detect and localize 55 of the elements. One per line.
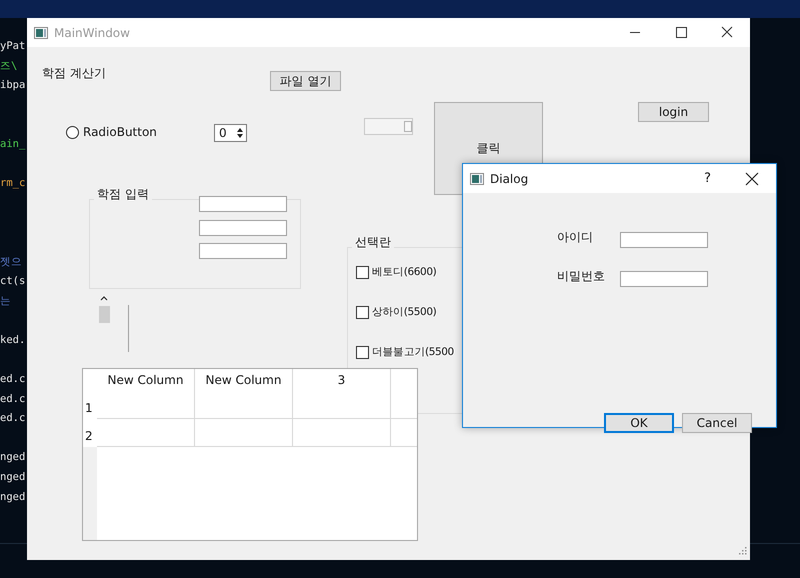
checkbox[interactable] — [356, 346, 369, 359]
field-label: 아이디 — [557, 230, 593, 244]
code-line: ct(s — [0, 274, 26, 290]
close-icon[interactable] — [745, 172, 759, 186]
spin-arrows-icon[interactable] — [235, 126, 245, 140]
code-line: nged — [0, 450, 26, 466]
column-header[interactable]: New Column — [97, 369, 195, 391]
group-title: 선택란 — [352, 235, 394, 249]
window-title: MainWindow — [54, 26, 131, 40]
app-icon — [34, 26, 48, 38]
column-header[interactable]: 3 — [293, 369, 391, 391]
code-line: nged — [0, 490, 26, 505]
input-field[interactable] — [620, 232, 708, 248]
input-field[interactable] — [199, 243, 287, 259]
code-line: rm_c — [0, 176, 26, 192]
code-line: ed.c — [0, 411, 26, 426]
column-header[interactable]: New Column — [195, 369, 293, 391]
code-line: 젯으 — [0, 254, 23, 270]
login-button[interactable]: login — [638, 102, 709, 122]
slider[interactable] — [364, 118, 413, 135]
ok-button[interactable]: OK — [604, 413, 674, 433]
cancel-button[interactable]: Cancel — [682, 413, 752, 433]
size-grip-icon[interactable] — [737, 547, 747, 557]
dialog-title: Dialog — [490, 172, 530, 186]
code-line: yPat — [0, 39, 26, 54]
slider-thumb[interactable] — [404, 121, 412, 132]
radio-button[interactable] — [66, 126, 79, 139]
heading-label: 학점 계산기 — [42, 66, 106, 80]
code-line: nged — [0, 470, 26, 486]
checkbox[interactable] — [356, 266, 369, 279]
spin-value: 0 — [219, 126, 227, 140]
field-label: 비밀번호 — [557, 269, 605, 283]
app-icon — [470, 172, 484, 184]
scroll-up-icon[interactable] — [100, 295, 108, 301]
radio-label: RadioButton — [83, 125, 157, 139]
code-line: 는 — [0, 294, 12, 309]
help-button[interactable]: ? — [704, 171, 711, 186]
input-field[interactable] — [620, 271, 708, 287]
code-line: ibpa — [0, 78, 26, 94]
input-field[interactable] — [199, 196, 287, 212]
code-line: ain_ — [0, 136, 26, 152]
open-file-button[interactable]: 파일 열기 — [270, 71, 341, 91]
group-title: 학점 입력 — [94, 187, 152, 201]
checkbox-label: 상하이(5500) — [372, 305, 436, 319]
code-line: 즈\ — [0, 58, 18, 74]
checkbox-label: 더블불고기(5500 — [372, 345, 454, 359]
vertical-line — [128, 305, 129, 352]
scroll-thumb[interactable] — [98, 306, 110, 323]
checkbox[interactable] — [356, 306, 369, 319]
code-line: ed.c — [0, 372, 26, 388]
spin-box[interactable]: 0 — [214, 124, 247, 142]
input-field[interactable] — [199, 220, 287, 236]
code-line: ked. — [0, 332, 26, 348]
code-line: ed.c — [0, 392, 26, 407]
checkbox-label: 베토디(6600) — [372, 265, 436, 279]
